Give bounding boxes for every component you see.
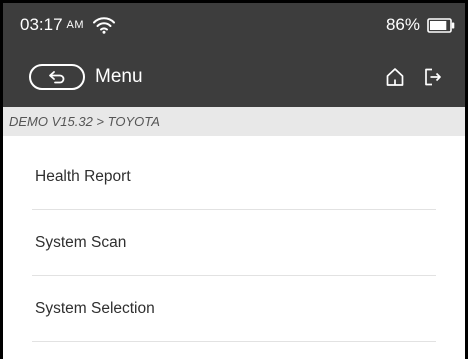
exit-icon[interactable] [423,67,443,87]
app-bar-left: Menu [29,64,143,90]
battery-percent: 86% [385,15,420,34]
menu-item-health-report[interactable]: Health Report [32,144,436,210]
wifi-icon [93,16,116,34]
back-arrow-icon [47,70,67,84]
menu-list: Health Report System Scan System Selecti… [3,136,465,342]
menu-item-label: Health Report [35,167,131,185]
page-title: Menu [95,66,143,87]
menu-item-system-scan[interactable]: System Scan [32,210,436,276]
home-icon[interactable] [385,67,405,87]
clock-ampm: AM [66,19,85,31]
breadcrumb: DEMO V15.32 > TOYOTA [3,107,465,136]
menu-item-label: System Selection [35,299,155,317]
app-bar: Menu [3,47,465,107]
app-window: 03:17 AM 86% Menu DEMO V15.32 > TOYOTA H… [0,0,468,359]
breadcrumb-path: DEMO V15.32 > TOYOTA [9,114,160,129]
status-right: 86% [386,15,455,35]
clock-time: 03:17 [20,15,63,34]
back-button[interactable] [29,64,85,90]
menu-item-label: System Scan [35,233,127,251]
status-left: 03:17 AM [20,15,116,35]
menu-item-system-selection[interactable]: System Selection [32,276,436,342]
battery-icon [427,17,455,33]
app-bar-actions [385,67,443,87]
status-bar: 03:17 AM 86% [3,3,465,47]
